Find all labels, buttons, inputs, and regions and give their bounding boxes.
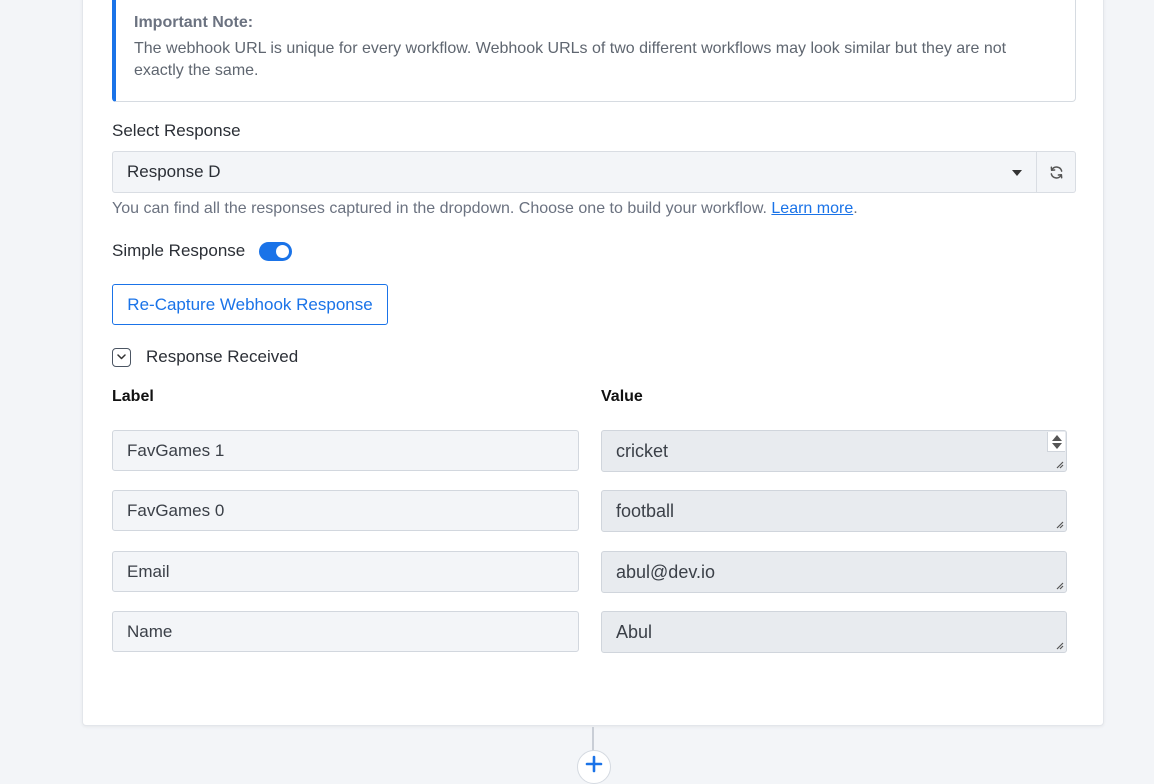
help-suffix: .: [853, 200, 858, 217]
resize-grip-icon[interactable]: [1054, 640, 1064, 650]
value-field[interactable]: Abul: [601, 611, 1067, 653]
value-field[interactable]: abul@dev.io: [601, 551, 1067, 593]
value-field[interactable]: football: [601, 490, 1067, 532]
label-field[interactable]: FavGames 1: [112, 430, 579, 471]
note-title: Important Note:: [134, 14, 254, 31]
recapture-webhook-button[interactable]: Re-Capture Webhook Response: [112, 284, 388, 325]
simple-response-toggle[interactable]: [259, 241, 293, 261]
value-text: Abul: [616, 621, 653, 642]
value-field[interactable]: cricket: [601, 430, 1067, 472]
value-column-header: Value: [601, 388, 643, 405]
label-field[interactable]: Name: [112, 611, 579, 652]
help-text: You can find all the responses captured …: [112, 200, 767, 217]
caret-down-icon: [1012, 170, 1022, 176]
value-text: abul@dev.io: [616, 561, 715, 582]
response-help-text: You can find all the responses captured …: [112, 200, 858, 218]
webhook-step-card: Important Note: The webhook URL is uniqu…: [82, 0, 1104, 726]
refresh-button[interactable]: [1037, 151, 1076, 193]
response-dropdown-value: Response D: [127, 162, 221, 181]
value-spinner[interactable]: [1047, 432, 1065, 452]
label-field[interactable]: Email: [112, 551, 579, 592]
resize-grip-icon[interactable]: [1054, 459, 1064, 469]
important-note: Important Note: The webhook URL is uniqu…: [112, 0, 1076, 102]
toggle-knob: [276, 244, 290, 258]
resize-grip-icon[interactable]: [1054, 580, 1064, 590]
refresh-icon: [1050, 165, 1062, 179]
spin-down-icon[interactable]: [1051, 442, 1062, 449]
value-text: football: [616, 500, 675, 521]
note-text: The webhook URL is unique for every work…: [134, 40, 1007, 79]
learn-more-link[interactable]: Learn more: [771, 200, 853, 217]
response-dropdown[interactable]: Response D: [112, 151, 1037, 193]
select-response-label: Select Response: [112, 121, 241, 140]
value-text: cricket: [616, 440, 669, 461]
label-column-header: Label: [112, 388, 154, 405]
response-received-toggle[interactable]: Response Received: [112, 347, 298, 367]
resize-grip-icon[interactable]: [1054, 519, 1064, 529]
add-step-button[interactable]: [577, 750, 611, 784]
simple-response-label: Simple Response: [112, 241, 246, 260]
simple-response-row: Simple Response: [112, 241, 293, 261]
chevron-down-icon[interactable]: [112, 347, 131, 367]
spin-up-icon[interactable]: [1051, 434, 1062, 441]
response-received-label: Response Received: [146, 347, 299, 366]
plus-icon: [585, 755, 603, 773]
label-field[interactable]: FavGames 0: [112, 490, 579, 531]
